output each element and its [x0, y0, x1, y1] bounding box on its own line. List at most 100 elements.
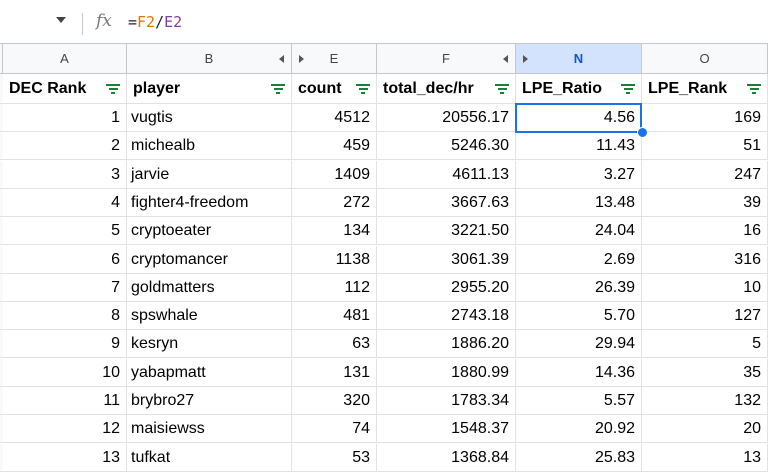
hidden-columns-arrow-icon[interactable]	[279, 55, 284, 63]
table-cell[interactable]: 11.43	[516, 132, 642, 161]
table-cell[interactable]: 5	[642, 330, 768, 359]
table-cell[interactable]: 1880.99	[377, 358, 516, 387]
formula-input[interactable]: =F2/E2	[128, 13, 182, 31]
table-cell[interactable]: 25.83	[516, 443, 642, 472]
table-cell[interactable]: 1783.34	[377, 387, 516, 415]
column-header-f[interactable]: F	[377, 44, 516, 74]
table-cell[interactable]: yabapmatt	[127, 358, 292, 387]
table-cell[interactable]: maisiewss	[127, 415, 292, 444]
table-cell[interactable]: 13	[3, 443, 127, 472]
table-cell[interactable]: 7	[3, 273, 127, 302]
table-header-lpe-ratio[interactable]: LPE_Ratio	[516, 74, 642, 104]
table-cell[interactable]: 29.94	[516, 330, 642, 359]
table-cell[interactable]: 6	[3, 245, 127, 274]
table-cell[interactable]: 26.39	[516, 273, 642, 302]
filter-icon[interactable]	[621, 84, 635, 94]
table-cell[interactable]: jarvie	[127, 160, 292, 189]
table-cell[interactable]: 8	[3, 302, 127, 331]
column-header-o[interactable]: O	[642, 44, 768, 74]
table-header-dec-rank[interactable]: DEC Rank	[3, 74, 127, 104]
table-cell[interactable]: tufkat	[127, 443, 292, 472]
table-cell[interactable]: 53	[292, 443, 377, 472]
table-cell[interactable]: 316	[642, 245, 768, 274]
table-header-total-dec-hr[interactable]: total_dec/hr	[377, 74, 516, 104]
table-cell[interactable]: 2743.18	[377, 302, 516, 331]
table-cell[interactable]: goldmatters	[127, 273, 292, 302]
table-cell[interactable]: vugtis	[127, 104, 292, 132]
table-cell[interactable]: 1548.37	[377, 415, 516, 444]
table-cell[interactable]: 4611.13	[377, 160, 516, 189]
table-cell[interactable]: 3.27	[516, 160, 642, 189]
table-cell[interactable]: 35	[642, 358, 768, 387]
fill-handle[interactable]	[637, 127, 648, 138]
table-cell[interactable]: 20	[642, 415, 768, 444]
table-cell[interactable]: 112	[292, 273, 377, 302]
column-header-e[interactable]: E	[292, 44, 377, 74]
table-cell[interactable]: 39	[642, 188, 768, 217]
table-cell[interactable]: 4512	[292, 104, 377, 132]
table-cell[interactable]: 1368.84	[377, 443, 516, 472]
table-cell[interactable]: 3221.50	[377, 217, 516, 246]
table-cell[interactable]: 20556.17	[377, 104, 516, 132]
table-cell[interactable]: 3667.63	[377, 188, 516, 217]
table-cell[interactable]: 2.69	[516, 245, 642, 274]
table-cell[interactable]: 14.36	[516, 358, 642, 387]
table-cell[interactable]: 4	[3, 188, 127, 217]
table-cell[interactable]: cryptoeater	[127, 217, 292, 246]
table-cell[interactable]: 4.56	[516, 104, 642, 132]
table-cell[interactable]: 134	[292, 217, 377, 246]
table-cell[interactable]: 1409	[292, 160, 377, 189]
hidden-columns-arrow-icon[interactable]	[523, 55, 528, 63]
table-cell[interactable]: 5	[3, 217, 127, 246]
table-cell[interactable]: 131	[292, 358, 377, 387]
table-cell[interactable]: michealb	[127, 132, 292, 161]
table-cell[interactable]: 10	[3, 358, 127, 387]
table-cell[interactable]: 13	[642, 443, 768, 472]
table-cell[interactable]: 3061.39	[377, 245, 516, 274]
table-cell[interactable]: 10	[642, 273, 768, 302]
table-cell[interactable]: 481	[292, 302, 377, 331]
table-cell[interactable]: 2955.20	[377, 273, 516, 302]
table-header-count[interactable]: count	[292, 74, 377, 104]
table-cell[interactable]: 272	[292, 188, 377, 217]
table-cell[interactable]: 51	[642, 132, 768, 161]
hidden-columns-arrow-icon[interactable]	[503, 55, 508, 63]
table-cell[interactable]: 127	[642, 302, 768, 331]
column-header-b[interactable]: B	[127, 44, 292, 74]
column-header-n[interactable]: N	[516, 44, 642, 74]
filter-icon[interactable]	[747, 84, 761, 94]
table-cell[interactable]: fighter4-freedom	[127, 188, 292, 217]
table-cell[interactable]: 74	[292, 415, 377, 444]
table-cell[interactable]: brybro27	[127, 387, 292, 415]
table-cell[interactable]: 5.57	[516, 387, 642, 415]
chevron-down-icon[interactable]	[56, 17, 66, 23]
table-header-player[interactable]: player	[127, 74, 292, 104]
table-cell[interactable]: 1886.20	[377, 330, 516, 359]
table-cell[interactable]: 13.48	[516, 188, 642, 217]
table-cell[interactable]: 63	[292, 330, 377, 359]
table-cell[interactable]: 3	[3, 160, 127, 189]
table-cell[interactable]: 169	[642, 104, 768, 132]
table-cell[interactable]: 459	[292, 132, 377, 161]
table-cell[interactable]: 5246.30	[377, 132, 516, 161]
table-cell[interactable]: cryptomancer	[127, 245, 292, 274]
hidden-columns-arrow-icon[interactable]	[299, 55, 304, 63]
table-cell[interactable]: 320	[292, 387, 377, 415]
table-cell[interactable]: 20.92	[516, 415, 642, 444]
table-cell[interactable]: 247	[642, 160, 768, 189]
filter-icon[interactable]	[271, 84, 285, 94]
table-cell[interactable]: 24.04	[516, 217, 642, 246]
table-cell[interactable]: 16	[642, 217, 768, 246]
table-cell[interactable]: 5.70	[516, 302, 642, 331]
table-cell[interactable]: 1	[3, 104, 127, 132]
filter-icon[interactable]	[356, 84, 370, 94]
table-cell[interactable]: spswhale	[127, 302, 292, 331]
table-cell[interactable]: kesryn	[127, 330, 292, 359]
table-header-lpe-rank[interactable]: LPE_Rank	[642, 74, 768, 104]
table-cell[interactable]: 1138	[292, 245, 377, 274]
table-cell[interactable]: 9	[3, 330, 127, 359]
table-cell[interactable]: 2	[3, 132, 127, 161]
filter-icon[interactable]	[495, 84, 509, 94]
filter-icon[interactable]	[106, 84, 120, 94]
column-header-a[interactable]: A	[3, 44, 127, 74]
